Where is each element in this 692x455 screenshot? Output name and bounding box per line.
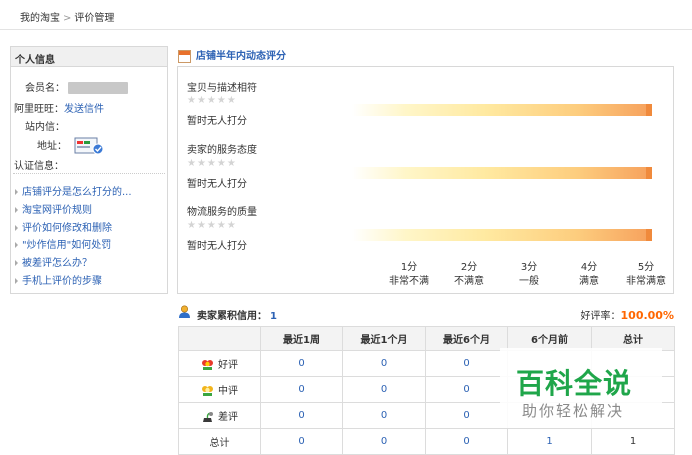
wangwang-row: 阿里旺旺：发送信件 xyxy=(14,100,104,115)
table-cell[interactable]: 0 xyxy=(425,428,508,455)
bullet-triangle-icon xyxy=(15,225,18,231)
table-cell[interactable]: 0 xyxy=(260,376,343,403)
member-name-label: 会员名： xyxy=(25,83,65,94)
bad-review-wilted-flower-icon xyxy=(203,412,213,422)
member-name-redacted xyxy=(68,82,128,94)
table-row: 总计 0 0 0 1 1 xyxy=(178,428,675,455)
bullet-triangle-icon xyxy=(15,242,18,248)
help-link-rating-how[interactable]: 店铺评分是怎么打分的... xyxy=(15,183,132,198)
table-header-cell: 6个月前 xyxy=(507,326,592,351)
send-message-link[interactable]: 发送信件 xyxy=(64,104,104,115)
row-label-total: 总计 xyxy=(178,428,261,455)
address-label: 地址： xyxy=(37,141,67,152)
rating-bar xyxy=(352,167,652,179)
table-header-cell: 最近6个月 xyxy=(425,326,508,351)
help-link-mobile[interactable]: 手机上评价的步骤 xyxy=(15,272,102,287)
table-cell[interactable]: 0 xyxy=(260,402,343,429)
table-cell[interactable]: 0 xyxy=(425,402,508,429)
bullet-triangle-icon xyxy=(15,260,18,266)
rating-status: 暂时无人打分 xyxy=(187,116,247,127)
help-link-penalty[interactable]: "炒作信用"如何处罚 xyxy=(15,236,111,251)
rating-status: 暂时无人打分 xyxy=(187,241,247,252)
watermark-subtitle: 助你轻松解决 xyxy=(522,402,625,420)
seller-credit-value[interactable]: 1 xyxy=(270,311,277,322)
user-icon xyxy=(179,305,190,318)
rating-section-title: 店铺半年内动态评分 xyxy=(178,47,286,63)
verify-label: 认证信息： xyxy=(14,161,64,172)
watermark-title: 百科全说 xyxy=(516,367,633,400)
table-cell[interactable]: 0 xyxy=(342,350,426,377)
rating-stars-icon: ★★★★★ xyxy=(187,158,237,169)
member-name-row: 会员名： xyxy=(25,79,128,94)
positive-rate: 好评率：100.00% xyxy=(580,309,674,322)
address-row: 地址： xyxy=(37,136,106,156)
table-header-cell: 总计 xyxy=(591,326,675,351)
rating-category-name: 卖家的服务态度 xyxy=(187,145,257,156)
row-label-bad: 差评 xyxy=(178,402,261,429)
good-review-flower-icon xyxy=(202,360,213,370)
scale-item-3: 3分 一般 xyxy=(519,262,539,287)
table-cell[interactable]: 1 xyxy=(507,428,592,455)
bullet-triangle-icon xyxy=(15,278,18,284)
table-cell: 1 xyxy=(591,428,675,455)
table-cell[interactable]: 0 xyxy=(342,376,426,403)
table-header-cell: 最近1周 xyxy=(260,326,343,351)
table-cell[interactable]: 0 xyxy=(425,350,508,377)
breadcrumb-current: 评价管理 xyxy=(74,13,115,24)
table-cell[interactable]: 0 xyxy=(342,428,426,455)
table-cell[interactable]: 0 xyxy=(260,350,343,377)
bullet-triangle-icon xyxy=(15,207,18,213)
inbox-label: 站内信： xyxy=(25,122,65,133)
table-header-cell: 最近1个月 xyxy=(342,326,426,351)
table-cell[interactable]: 0 xyxy=(260,428,343,455)
seller-credit-label: 卖家累积信用： 1 xyxy=(197,311,277,322)
bullet-triangle-icon xyxy=(15,189,18,195)
table-cell[interactable]: 0 xyxy=(342,402,426,429)
breadcrumb-separator: > xyxy=(63,13,72,24)
scale-item-2: 2分 不满意 xyxy=(454,262,484,287)
table-header-cell xyxy=(178,326,261,351)
help-link-modify-delete[interactable]: 评价如何修改和删除 xyxy=(15,219,112,234)
table-header-row: 最近1周 最近1个月 最近6个月 6个月前 总计 xyxy=(178,326,675,351)
rating-panel: 宝贝与描述相符 ★★★★★ 暂时无人打分 卖家的服务态度 ★★★★★ 暂时无人打… xyxy=(177,66,674,294)
table-cell[interactable]: 0 xyxy=(425,376,508,403)
scale-item-4: 4分 满意 xyxy=(579,262,599,287)
seller-credit-row: 卖家累积信用： 1 好评率：100.00% xyxy=(178,304,676,322)
scale-item-1: 1分 非常不满 xyxy=(389,262,429,287)
breadcrumb: 我的淘宝 > 评价管理 xyxy=(0,0,692,30)
rating-status: 暂时无人打分 xyxy=(187,179,247,190)
wangwang-label: 阿里旺旺： xyxy=(14,104,64,115)
neutral-review-flower-icon xyxy=(202,386,213,396)
rating-bar xyxy=(352,104,652,116)
rating-stars-icon: ★★★★★ xyxy=(187,95,237,106)
scale-item-5: 5分 非常满意 xyxy=(626,262,666,287)
breadcrumb-home-link[interactable]: 我的淘宝 xyxy=(20,13,60,24)
rating-category-name: 物流服务的质量 xyxy=(187,207,257,218)
rating-bar xyxy=(352,229,652,241)
personal-info-title: 个人信息 xyxy=(11,47,167,67)
row-label-neutral: 中评 xyxy=(178,376,261,403)
address-card-icon[interactable] xyxy=(74,136,106,156)
help-link-bad-review[interactable]: 被差评怎么办？ xyxy=(15,254,92,269)
info-divider xyxy=(13,173,165,174)
verify-row: 认证信息： xyxy=(14,157,64,172)
watermark: 百科全说 助你轻松解决 xyxy=(500,348,662,428)
calendar-icon xyxy=(178,49,191,63)
inbox-row: 站内信： xyxy=(25,118,65,133)
rating-stars-icon: ★★★★★ xyxy=(187,220,237,231)
rating-category-name: 宝贝与描述相符 xyxy=(187,83,257,94)
help-link-rules[interactable]: 淘宝网评价规则 xyxy=(15,201,92,216)
row-label-good: 好评 xyxy=(178,350,261,377)
positive-rate-value: 100.00% xyxy=(620,309,674,322)
personal-info-panel: 个人信息 会员名： 阿里旺旺：发送信件 站内信： 地址： 认证信息： 店铺评分是… xyxy=(10,46,168,294)
